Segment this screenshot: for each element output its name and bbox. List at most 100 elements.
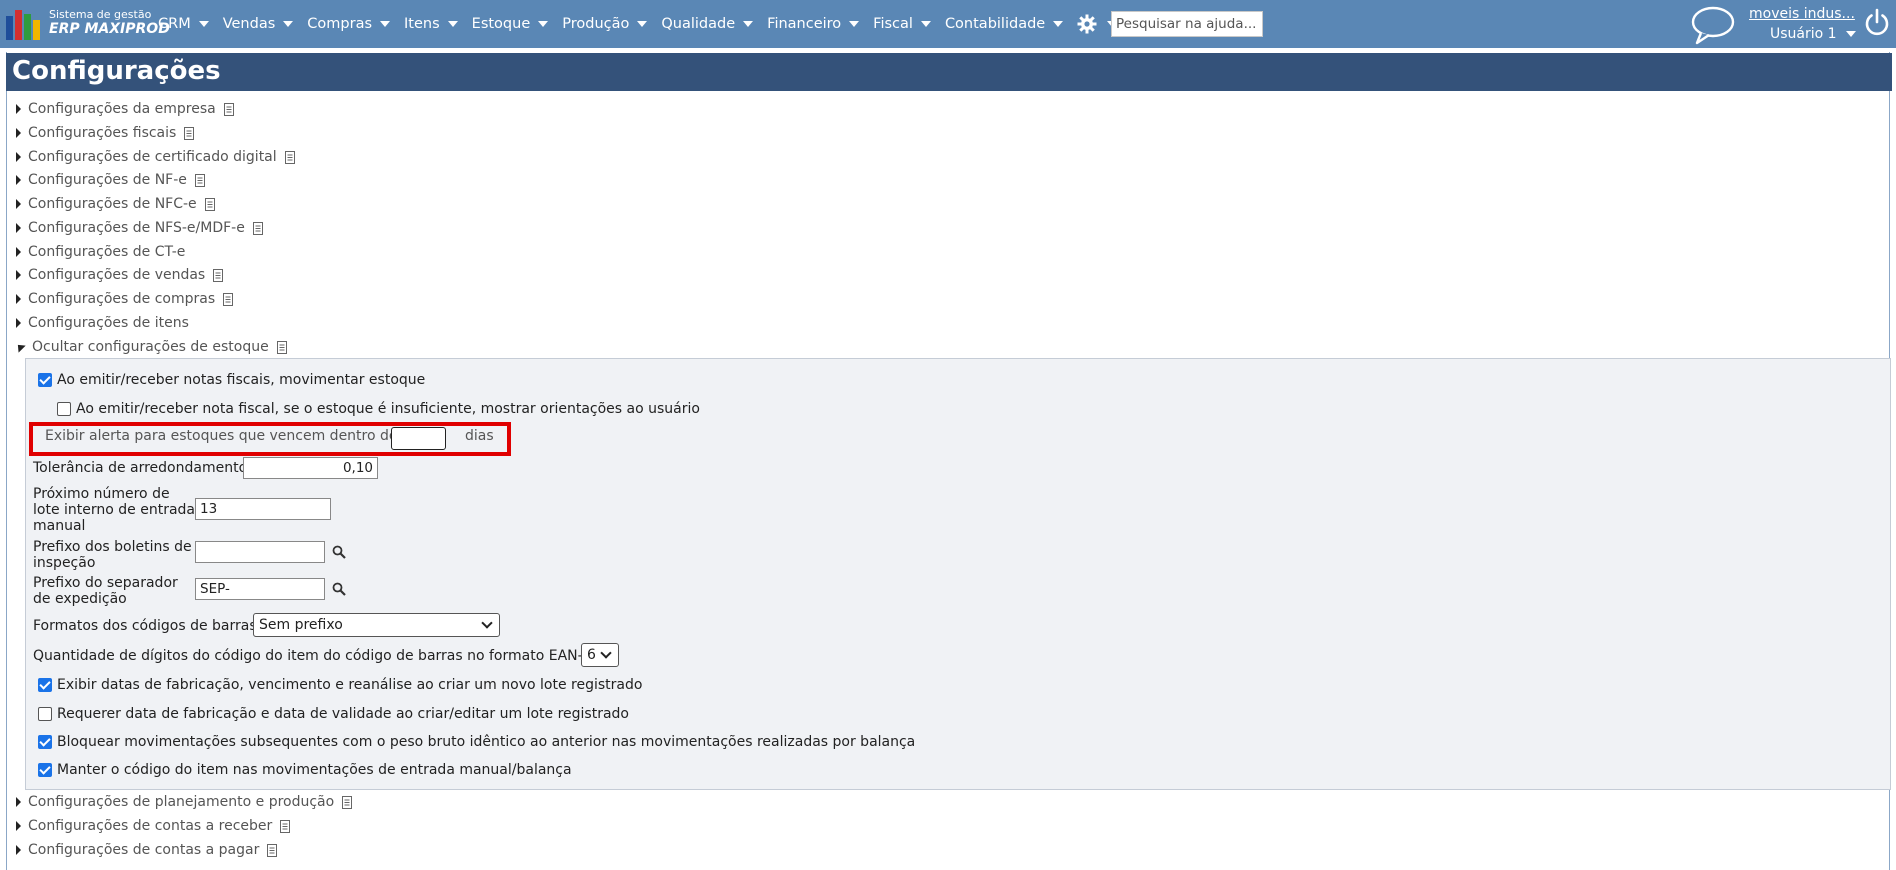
caret-down-icon — [637, 21, 648, 27]
shipping-prefix-input[interactable] — [195, 578, 325, 600]
next-lot-number-input[interactable] — [195, 498, 331, 520]
block-weight-checkbox-row[interactable]: Bloquear movimentações subsequentes com … — [38, 734, 915, 750]
ean13-digits-label: Quantidade de dígitos do código do item … — [33, 648, 601, 664]
section-label: Ocultar configurações de estoque — [32, 339, 269, 355]
section-vendas[interactable]: Configurações de vendas — [16, 265, 224, 285]
caret-down-icon — [198, 21, 209, 27]
search-icon[interactable] — [332, 545, 346, 559]
expand-arrow-icon — [16, 104, 21, 114]
help-search-input[interactable] — [1111, 11, 1263, 37]
keep-item-code-checkbox[interactable] — [38, 763, 52, 777]
keep-item-code-checkbox-row[interactable]: Manter o código do item nas movimentaçõe… — [38, 762, 572, 778]
document-icon[interactable] — [213, 268, 224, 282]
section-compras[interactable]: Configurações de compras — [16, 289, 234, 309]
menu-contabilidade[interactable]: Contabilidade — [944, 16, 1064, 32]
require-dates-checkbox-row[interactable]: Requerer data de fabricação e data de va… — [38, 706, 629, 722]
chat-icon[interactable] — [1690, 4, 1736, 46]
section-contas-receber[interactable]: Configurações de contas a receber — [16, 816, 291, 836]
caret-down-icon — [380, 21, 391, 27]
menu-producao[interactable]: Produção — [562, 16, 648, 32]
section-contas-pagar[interactable]: Configurações de contas a pagar — [16, 840, 278, 860]
chevron-down-icon — [481, 617, 493, 629]
menu-label: Vendas — [222, 16, 276, 32]
document-icon[interactable] — [184, 126, 195, 140]
app-logo[interactable]: Sistema de gestão ERP MAXIPROD — [6, 8, 170, 40]
caret-down-icon — [849, 21, 860, 27]
menu-estoque[interactable]: Estoque — [472, 16, 549, 32]
section-nfse-mdfe[interactable]: Configurações de NFS-e/MDF-e — [16, 218, 263, 238]
guidance-checkbox-row[interactable]: Ao emitir/receber nota fiscal, se o esto… — [57, 401, 700, 417]
ean13-digits-select[interactable]: 6 — [581, 643, 619, 667]
expiry-alert-label: Exibir alerta para estoques que vencem d… — [45, 428, 398, 444]
caret-down-icon — [538, 21, 549, 27]
menu-financeiro[interactable]: Financeiro — [767, 16, 860, 32]
checkbox-label: Exibir datas de fabricação, vencimento e… — [57, 677, 643, 693]
label-line: inspeção — [33, 555, 96, 571]
menu-label: Compras — [307, 16, 373, 32]
select-value: Sem prefixo — [259, 617, 343, 633]
company-link[interactable]: moveis indus... — [1749, 6, 1855, 22]
checkbox-label: Ao emitir/receber notas fiscais, movimen… — [57, 372, 426, 388]
require-dates-checkbox[interactable] — [38, 707, 52, 721]
label-line: lote interno de entrada — [33, 502, 195, 518]
section-certificado[interactable]: Configurações de certificado digital — [16, 147, 295, 167]
show-dates-checkbox-row[interactable]: Exibir datas de fabricação, vencimento e… — [38, 677, 642, 693]
next-lot-label: Próximo número de lote interno de entrad… — [33, 486, 195, 534]
section-nfce[interactable]: Configurações de NFC-e — [16, 194, 215, 214]
menu-qualidade[interactable]: Qualidade — [661, 16, 754, 32]
menu-label: Contabilidade — [944, 16, 1046, 32]
section-cte[interactable]: Configurações de CT-e — [16, 242, 185, 262]
document-icon[interactable] — [223, 102, 234, 116]
section-empresa[interactable]: Configurações da empresa — [16, 99, 234, 119]
menu-itens[interactable]: Itens — [404, 16, 458, 32]
label-line: Prefixo do separador — [33, 575, 178, 591]
section-label: Configurações de NFS-e/MDF-e — [28, 220, 245, 236]
power-icon[interactable] — [1864, 8, 1890, 38]
shipping-prefix-label: Prefixo do separador de expedição — [33, 575, 178, 607]
section-estoque-toggle[interactable]: Ocultar configurações de estoque — [14, 337, 287, 357]
document-icon[interactable] — [204, 197, 215, 211]
block-same-weight-checkbox[interactable] — [38, 735, 52, 749]
chevron-down-icon — [600, 647, 612, 659]
section-label: Configurações de contas a pagar — [28, 842, 260, 858]
menu-compras[interactable]: Compras — [307, 16, 391, 32]
menu-label: CRM — [158, 16, 191, 32]
menu-fiscal[interactable]: Fiscal — [873, 16, 931, 32]
move-stock-checkbox-row[interactable]: Ao emitir/receber notas fiscais, movimen… — [38, 372, 425, 388]
menu-vendas[interactable]: Vendas — [223, 16, 294, 32]
document-icon[interactable] — [280, 819, 291, 833]
rounding-tolerance-input[interactable] — [243, 457, 378, 479]
inspection-prefix-input[interactable] — [195, 541, 325, 563]
section-label: Configurações de CT-e — [28, 244, 186, 260]
rounding-tolerance-label: Tolerância de arredondamento — [33, 460, 248, 476]
document-icon[interactable] — [267, 843, 278, 857]
document-icon[interactable] — [223, 292, 234, 306]
inspection-prefix-label: Prefixo dos boletins de inspeção — [33, 539, 192, 571]
section-label: Configurações fiscais — [28, 125, 177, 141]
document-icon[interactable] — [284, 150, 295, 164]
menu-label: Produção — [562, 16, 630, 32]
logo-line1: Sistema de gestão — [49, 8, 152, 21]
move-stock-checkbox[interactable] — [38, 373, 52, 387]
section-nfe[interactable]: Configurações de NF-e — [16, 170, 205, 190]
rounding-tolerance-row: Tolerância de arredondamento — [33, 460, 247, 476]
section-label: Configurações de NF-e — [28, 172, 187, 188]
checkbox-label: Requerer data de fabricação e data de va… — [57, 706, 629, 722]
document-icon[interactable] — [194, 173, 205, 187]
document-icon[interactable] — [342, 795, 353, 809]
show-guidance-checkbox[interactable] — [57, 402, 71, 416]
section-planejamento[interactable]: Configurações de planejamento e produção — [16, 792, 353, 812]
expiry-days-input[interactable] — [391, 427, 446, 450]
document-icon[interactable] — [252, 221, 263, 235]
show-dates-checkbox[interactable] — [38, 678, 52, 692]
document-icon[interactable] — [276, 340, 287, 354]
section-itens[interactable]: Configurações de itens — [16, 313, 189, 333]
user-menu[interactable]: Usuário 1 — [1770, 26, 1856, 42]
search-icon[interactable] — [332, 582, 346, 596]
menu-crm[interactable]: CRM — [158, 16, 209, 32]
section-fiscais[interactable]: Configurações fiscais — [16, 123, 195, 143]
logo-squares-icon — [6, 10, 40, 40]
section-label: Configurações de vendas — [28, 267, 206, 283]
barcode-format-select[interactable]: Sem prefixo — [253, 613, 500, 637]
caret-down-icon — [1845, 31, 1856, 37]
